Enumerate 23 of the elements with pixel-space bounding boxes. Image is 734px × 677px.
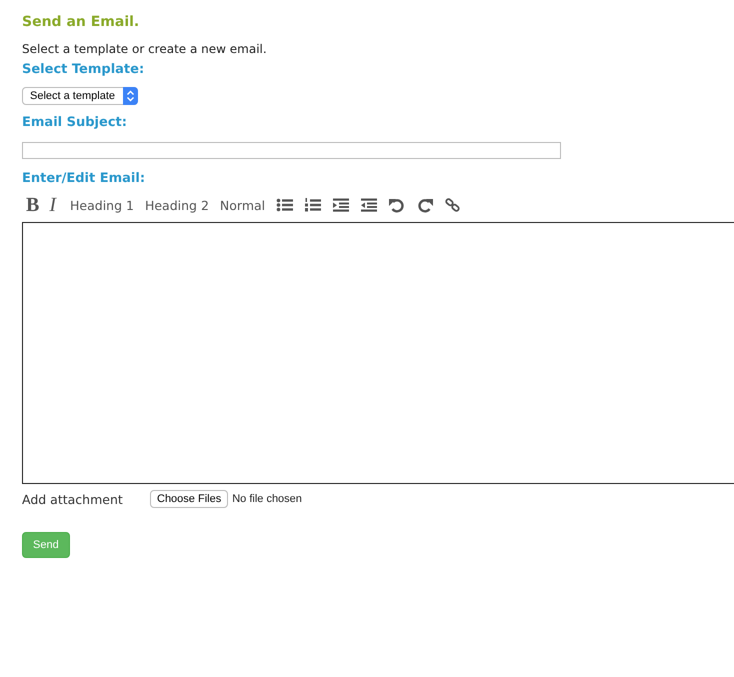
field-label: Select Template: <box>22 62 146 77</box>
bold-button[interactable]: B <box>22 194 44 216</box>
numbered-list-icon[interactable] <box>304 197 322 213</box>
format-button[interactable]: Heading 1 <box>66 198 141 212</box>
chevrons-icon <box>123 87 138 105</box>
redo-icon[interactable] <box>416 197 434 213</box>
subject-field[interactable] <box>22 142 561 159</box>
outdent-icon[interactable] <box>360 197 378 213</box>
format-button[interactable]: Normal <box>216 198 272 212</box>
indent-icon[interactable] <box>332 197 350 213</box>
template-dropdown[interactable]: Select a template <box>22 87 138 105</box>
undo-icon[interactable] <box>388 197 406 213</box>
intro-text: Select a template or create a new email. <box>22 42 268 56</box>
choose-files-button[interactable]: Choose Files <box>150 490 228 508</box>
page-title: Send an Email. <box>22 14 140 30</box>
field-label: Email Subject: <box>22 115 128 130</box>
italic-button[interactable]: I <box>43 194 66 216</box>
format-button[interactable]: Heading 2 <box>140 198 216 212</box>
field-label: Enter/Edit Email: <box>22 171 146 186</box>
file-status: No file chosen <box>232 493 302 505</box>
bullet-list-icon[interactable] <box>276 197 294 213</box>
attachment-label: Add attachment <box>22 492 124 506</box>
link-icon[interactable] <box>444 197 462 213</box>
